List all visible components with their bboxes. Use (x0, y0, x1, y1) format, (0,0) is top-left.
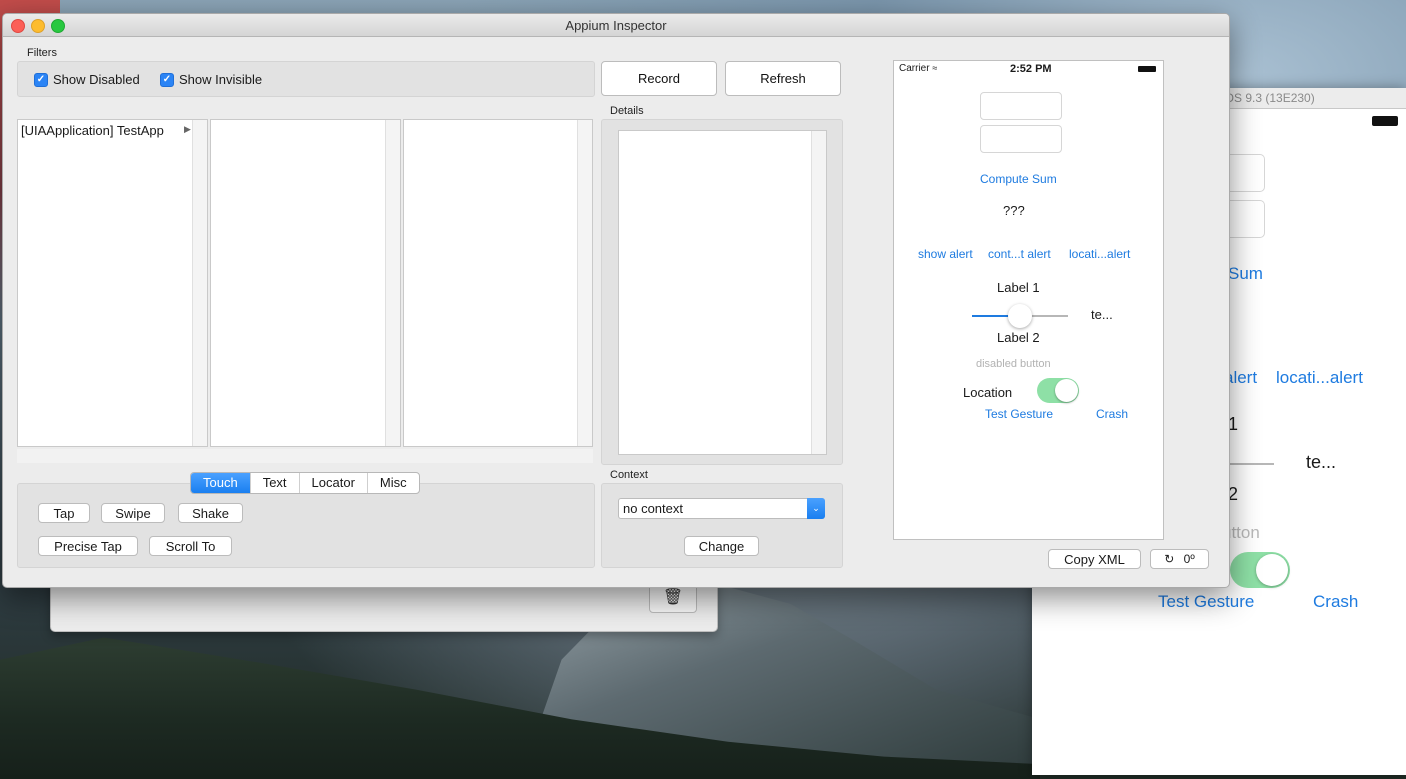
phone-location-label: Location (963, 385, 1013, 400)
details-scrollbar[interactable] (811, 131, 826, 454)
rotate-icon: ↻ (1164, 552, 1175, 566)
copy-xml-button[interactable]: Copy XML (1048, 549, 1141, 569)
precise-tap-button[interactable]: Precise Tap (38, 536, 138, 556)
phone-slider-thumb[interactable] (1008, 304, 1032, 328)
phone-time: 2:52 PM (1010, 63, 1052, 75)
chevron-down-icon: ⌄ (807, 498, 825, 519)
tab-touch[interactable]: Touch (191, 473, 251, 493)
browser-column-3[interactable] (403, 119, 593, 447)
phone-compute-sum-button[interactable]: Compute Sum (980, 172, 1057, 186)
phone-contact-alert-button[interactable]: cont...t alert (988, 247, 1051, 261)
action-tabs: Touch Text Locator Misc (190, 472, 420, 494)
record-button[interactable]: Record (601, 61, 717, 96)
phone-text-label: te... (1091, 307, 1113, 322)
phone-label-2: Label 2 (997, 330, 1040, 345)
inspector-titlebar[interactable]: Appium Inspector (3, 14, 1229, 37)
phone-label-1: Label 1 (997, 280, 1040, 295)
rotation-value: 0º (1183, 552, 1195, 566)
details-text-area[interactable] (618, 130, 827, 455)
show-disabled-label: Show Disabled (53, 72, 140, 87)
checkmark-icon: ✓ (34, 72, 48, 87)
filters-group: ✓ Show Disabled ✓ Show Invisible (17, 61, 595, 97)
tap-button[interactable]: Tap (38, 503, 90, 523)
show-disabled-checkbox[interactable]: ✓ Show Disabled (34, 72, 140, 87)
wifi-icon: ≈ (932, 63, 938, 73)
context-group: no context ⌄ Change (601, 483, 843, 568)
phone-carrier-label: Carrier (899, 63, 930, 74)
sim-location-switch[interactable] (1230, 552, 1290, 588)
sim-crash-button[interactable]: Crash (1313, 592, 1358, 612)
tab-locator[interactable]: Locator (300, 473, 368, 493)
swipe-button[interactable]: Swipe (101, 503, 165, 523)
context-select[interactable]: no context ⌄ (618, 498, 825, 519)
phone-test-gesture-button[interactable]: Test Gesture (985, 407, 1053, 421)
inspector-window[interactable]: Appium Inspector Filters ✓ Show Disabled… (2, 13, 1230, 588)
column-3-scrollbar[interactable] (577, 120, 592, 446)
phone-location-alert-button[interactable]: locati...alert (1069, 247, 1130, 261)
device-screenshot[interactable]: Carrier ≈ 2:52 PM Compute Sum ??? show a… (893, 60, 1164, 540)
phone-show-alert-button[interactable]: show alert (918, 247, 973, 261)
sim-location-alert-button[interactable]: locati...alert (1276, 368, 1363, 388)
phone-text-field-2[interactable] (980, 125, 1062, 153)
details-label: Details (610, 105, 644, 117)
sim-test-gesture-button[interactable]: Test Gesture (1158, 592, 1254, 612)
sim-text-label: te... (1306, 452, 1337, 472)
phone-crash-button[interactable]: Crash (1096, 407, 1128, 421)
battery-icon (1138, 66, 1156, 72)
context-label: Context (610, 469, 648, 481)
refresh-button[interactable]: Refresh (725, 61, 841, 96)
checkmark-icon: ✓ (160, 72, 174, 87)
simulator-title: iOS 9.3 (13E230) (1222, 91, 1315, 105)
tab-misc[interactable]: Misc (368, 473, 419, 493)
sim-battery-icon (1372, 116, 1398, 126)
show-invisible-label: Show Invisible (179, 72, 263, 87)
tree-item-application[interactable]: [UIAApplication] TestApp (21, 123, 164, 138)
tab-text[interactable]: Text (251, 473, 300, 493)
trash-icon: 🗑 (662, 589, 684, 606)
scroll-to-button[interactable]: Scroll To (149, 536, 232, 556)
filters-label: Filters (27, 47, 57, 59)
sim-compute-sum-button[interactable]: Sum (1228, 264, 1263, 284)
context-select-value: no context (623, 501, 683, 516)
show-invisible-checkbox[interactable]: ✓ Show Invisible (160, 72, 262, 87)
phone-result-label: ??? (1003, 203, 1025, 218)
rotate-button[interactable]: ↻ 0º (1150, 549, 1209, 569)
phone-carrier: Carrier ≈ (899, 63, 937, 74)
shake-button[interactable]: Shake (178, 503, 243, 523)
phone-switch-knob (1055, 379, 1078, 402)
change-context-button[interactable]: Change (684, 536, 759, 556)
window-title: Appium Inspector (565, 18, 667, 33)
phone-location-switch[interactable] (1037, 378, 1079, 403)
column-2-scrollbar[interactable] (385, 120, 400, 446)
sim-switch-knob (1256, 554, 1288, 586)
browser-column-2[interactable] (210, 119, 401, 447)
details-group (601, 119, 843, 465)
triangle-right-icon: ▶ (184, 124, 191, 134)
browser-horizontal-scrollbar[interactable] (17, 449, 593, 463)
column-1-scrollbar[interactable] (192, 120, 207, 446)
browser-column-1[interactable]: [UIAApplication] TestApp ▶ (17, 119, 208, 447)
phone-disabled-button: disabled button (976, 358, 1051, 370)
phone-text-field-1[interactable] (980, 92, 1062, 120)
